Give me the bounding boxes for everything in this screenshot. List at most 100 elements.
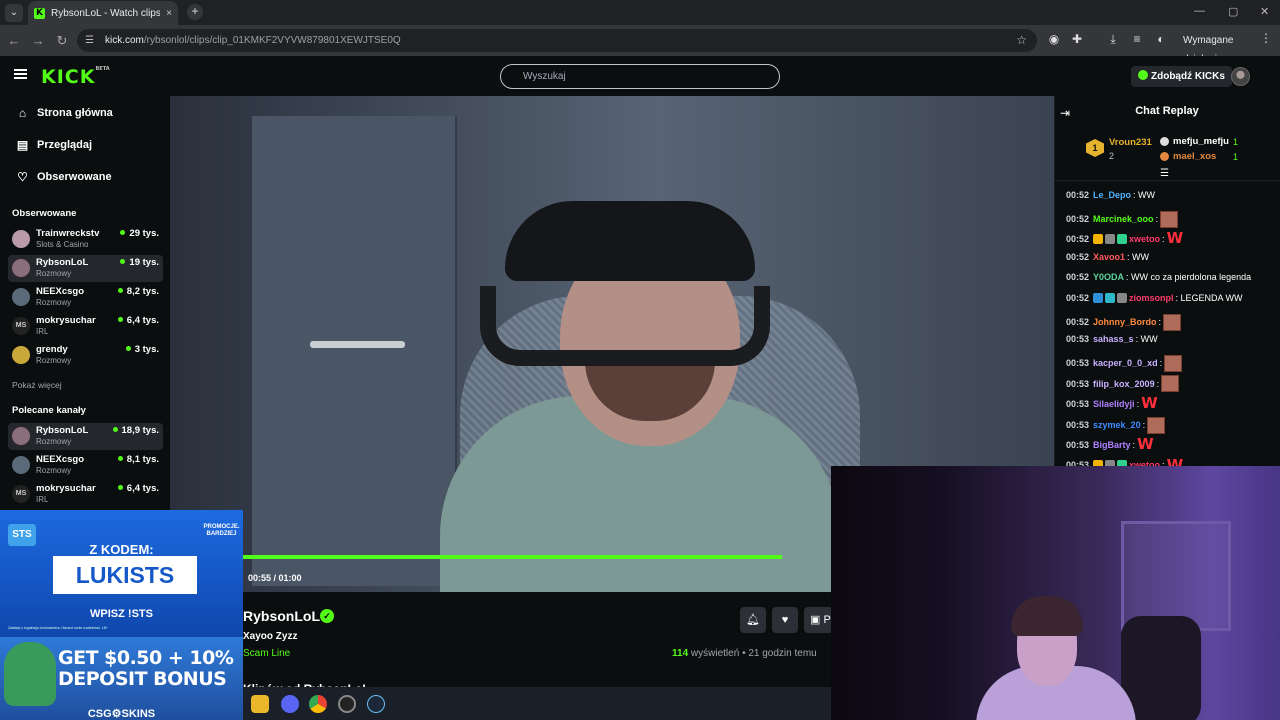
leaderboard-name[interactable]: mael_xos	[1173, 151, 1216, 162]
media-icon[interactable]: ≡	[1128, 32, 1146, 46]
minimize-icon[interactable]: —	[1194, 5, 1205, 17]
show-more-link[interactable]: Pokaż więcej	[12, 380, 62, 390]
viewer-count: 3 tys.	[126, 344, 159, 355]
leaderboard-count: 1	[1233, 152, 1239, 162]
chat-timestamp: 00:53	[1066, 334, 1090, 345]
gift-icon: ▣	[810, 614, 821, 626]
sidebar-recommended-neexcsgo[interactable]: NEEXcsgo Rozmowy 8,1 tys.	[8, 452, 163, 479]
ad-bonus-line1: GET $0.50 + 10%	[58, 647, 234, 669]
chat-username[interactable]: Xavoo1	[1093, 252, 1125, 262]
sidebar-channel-trainwreckstv[interactable]: Trainwreckstv Slots & Casino 29 tys.	[8, 226, 163, 253]
media-control-icon[interactable]: ◉	[1045, 32, 1063, 46]
download-icon[interactable]: ⤓	[1104, 32, 1122, 47]
chat-username[interactable]: Silaelidyji	[1093, 399, 1135, 409]
chat-timestamp: 00:52	[1066, 214, 1090, 225]
maximize-icon[interactable]: ▢	[1228, 5, 1238, 18]
address-bar[interactable]: ☰ kick.com/rybsonlol/clips/clip_01KMKF2V…	[77, 29, 1037, 52]
chat-username[interactable]: kacper_0_0_xd	[1093, 358, 1158, 368]
chat-badge-icon	[1093, 233, 1104, 244]
window-close-icon[interactable]: ✕	[1260, 5, 1269, 18]
leaderboard-name[interactable]: mefju_mefju	[1173, 136, 1229, 147]
channel-name: NEEXcsgo	[36, 286, 85, 297]
browser-tab-bar: ⌄ K RybsonLoL - Watch clips on Kick × + …	[0, 0, 1280, 25]
get-kicks-button[interactable]: Zdobądź KICKs	[1131, 66, 1232, 87]
chat-text: :	[1136, 398, 1140, 409]
chat-username[interactable]: Marcinek_ooo	[1093, 214, 1154, 224]
nav-following[interactable]: ♡ Obserwowane	[16, 170, 111, 184]
ad-bonus-line2: DEPOSIT BONUS	[58, 668, 227, 690]
extension-icon[interactable]: ✚	[1068, 32, 1086, 46]
viewer-count: 8,1 tys.	[118, 454, 159, 465]
video-progress-bar[interactable]	[243, 555, 782, 559]
video-headphones	[480, 286, 770, 366]
search-input[interactable]	[500, 64, 780, 89]
chat-message: 00:53 BigBarty: W	[1066, 437, 1154, 452]
expand-leaderboard-icon[interactable]: ☰	[1160, 168, 1169, 179]
channel-category: Rozmowy	[36, 356, 72, 365]
reload-icon[interactable]: ↻	[54, 33, 70, 49]
viewer-count: 8,2 tys.	[118, 286, 159, 297]
chat-username[interactable]: filip_kox_2009	[1093, 379, 1155, 389]
chat-badge-icon	[1105, 293, 1116, 303]
user-avatar[interactable]	[1231, 67, 1250, 86]
nav-browse[interactable]: ▤ Przeglądaj	[16, 138, 92, 152]
sts-promo-text: PROMOCJE. BARDZIEJ	[203, 524, 240, 537]
kicks-coin-icon	[1138, 70, 1148, 80]
chat-username[interactable]: sahass_s	[1093, 334, 1134, 344]
chat-timestamp: 00:52	[1066, 272, 1090, 283]
bookmark-star-icon[interactable]: ☆	[1016, 29, 1027, 52]
chat-timestamp: 00:52	[1066, 293, 1090, 303]
ad-bonus-text: GET $0.50 + 10% DEPOSIT BONUS	[58, 647, 234, 690]
discord-icon	[281, 695, 299, 713]
followed-heading: Obserwowane	[12, 208, 77, 219]
channel-name-heading[interactable]: RybsonLoL	[243, 608, 320, 624]
back-icon[interactable]: ←	[6, 33, 22, 48]
gift-button[interactable]: ▣ P	[804, 607, 834, 633]
sidebar-channel-mokrysuchar[interactable]: MS mokrysuchar IRL 6,4 tys.	[8, 313, 163, 340]
forward-icon[interactable]: →	[30, 33, 46, 48]
avatar	[12, 230, 30, 248]
chat-emote-icon	[1147, 416, 1166, 434]
chat-username[interactable]: BigBarty	[1093, 440, 1131, 450]
site-info-icon[interactable]: ☰	[85, 29, 94, 52]
sidebar-recommended-rybsonlol[interactable]: RybsonLoL Rozmowy 18,9 tys.	[8, 423, 163, 450]
chat-badge-icon	[1117, 293, 1128, 303]
notification-bell-button[interactable]: 🔔︎	[740, 607, 766, 633]
heart-icon: ♡	[17, 170, 28, 184]
chat-username[interactable]: Y0ODA	[1093, 272, 1124, 282]
chat-username[interactable]: ziomsonpl	[1129, 293, 1174, 303]
tab-close-icon[interactable]: ×	[166, 8, 172, 19]
ad-with-code: Z KODEM:	[89, 542, 154, 557]
new-tab-button[interactable]: +	[187, 4, 203, 20]
menu-icon[interactable]: ⋮	[1260, 31, 1272, 45]
chat-text: : WW	[1135, 334, 1158, 345]
chat-text: : WW	[1133, 190, 1156, 200]
profile-icon[interactable]: ◐	[1152, 32, 1170, 46]
hamburger-menu-icon[interactable]	[14, 69, 27, 79]
follow-heart-button[interactable]: ♥	[772, 607, 798, 633]
ad-mascot	[4, 642, 56, 706]
sidebar-recommended-mokrysuchar[interactable]: MS mokrysuchar IRL 6,4 tys.	[8, 481, 163, 508]
category-link[interactable]: Scam Line	[243, 648, 290, 659]
kick-logo[interactable]: KICKBETA	[41, 66, 110, 88]
chat-username[interactable]: xwetoo	[1129, 234, 1160, 244]
nav-home[interactable]: ⌂ Strona główna	[16, 106, 113, 120]
channel-category: IRL	[36, 327, 49, 336]
csg-skins-logo: CSG⚙SKINS	[87, 708, 156, 720]
sidebar-channel-grendy[interactable]: grendy Rozmowy 3 tys.	[8, 342, 163, 369]
chat-username[interactable]: Le_Depo	[1093, 190, 1131, 200]
viewer-count: 18,9 tys.	[113, 425, 160, 436]
browser-tab[interactable]: K RybsonLoL - Watch clips on Kick ×	[28, 1, 178, 25]
leaderboard-icon	[1160, 152, 1169, 161]
sidebar-channel-rybsonlol[interactable]: RybsonLoL Rozmowy 19 tys.	[8, 255, 163, 282]
tab-search-icon[interactable]: ⌄	[5, 4, 23, 22]
chat-title: Chat Replay	[1135, 105, 1199, 117]
chat-timestamp: 00:52	[1066, 317, 1090, 328]
steam-icon	[367, 695, 385, 713]
chat-username[interactable]: szymek_20	[1093, 420, 1141, 430]
sidebar-channel-neexcsgo[interactable]: NEEXcsgo Rozmowy 8,2 tys.	[8, 284, 163, 311]
browse-icon: ▤	[16, 138, 29, 152]
leaderboard-name[interactable]: Vroun231	[1109, 137, 1152, 148]
avatar	[12, 346, 30, 364]
chat-username[interactable]: Johnny_Bordo	[1093, 317, 1157, 327]
